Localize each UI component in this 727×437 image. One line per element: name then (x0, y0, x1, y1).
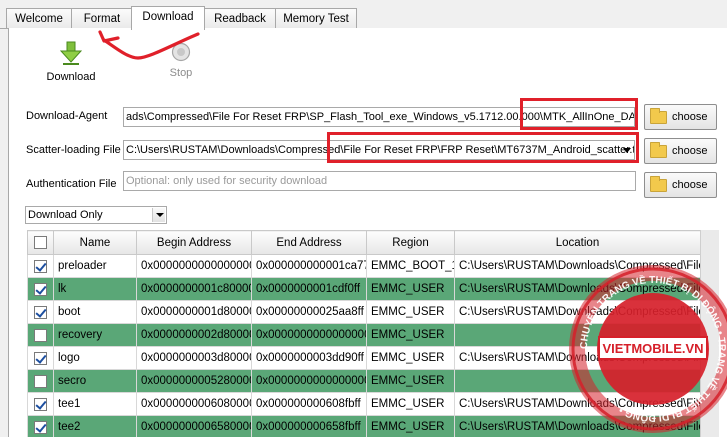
choose-auth-file-button[interactable]: choose (644, 172, 717, 198)
download-button[interactable]: Download (41, 40, 101, 83)
cell-region: EMMC_USER (366, 392, 455, 416)
choose-download-agent-button[interactable]: choose (644, 104, 717, 130)
row-checkbox[interactable] (34, 328, 47, 342)
cell-name: tee2 (53, 415, 137, 437)
cell-begin-address: 0x0000000006080000 (136, 392, 252, 416)
download-arrow-icon (59, 41, 83, 65)
cell-region: EMMC_USER (366, 346, 455, 370)
download-mode-select[interactable]: Download Only (25, 206, 167, 224)
header-name[interactable]: Name (53, 230, 137, 255)
tab-bar: Welcome Format Download Readback Memory … (0, 0, 727, 30)
folder-icon (650, 176, 667, 192)
select-all-checkbox-cell[interactable] (27, 230, 54, 255)
folder-icon (650, 108, 667, 124)
row-checkbox-cell[interactable] (27, 277, 54, 301)
cell-name: preloader (53, 254, 137, 278)
cell-begin-address: 0x0000000002d80000 (136, 323, 252, 347)
download-mode-value: Download Only (28, 209, 103, 221)
vietmobile-stamp-logo: CHUYÊN TRANG VỀ THIẾT BỊ DI ĐỘNG • TRANG… (569, 265, 727, 433)
tab-welcome[interactable]: Welcome (6, 8, 72, 29)
cell-name: secro (53, 369, 137, 393)
cell-name: boot (53, 300, 137, 324)
annotation-box-da (520, 98, 638, 130)
row-checkbox[interactable] (34, 374, 47, 388)
annotation-arrow-icon (98, 30, 200, 60)
folder-icon (650, 142, 667, 158)
row-checkbox-cell[interactable] (27, 300, 54, 324)
choose-scatter-file-button[interactable]: choose (644, 138, 717, 164)
tab-download[interactable]: Download (131, 6, 205, 30)
row-checkbox[interactable] (34, 420, 47, 434)
scatter-loading-label: Scatter-loading File (26, 144, 121, 156)
tab-format[interactable]: Format (71, 8, 133, 29)
tab-readback[interactable]: Readback (204, 8, 276, 29)
tab-memory-test[interactable]: Memory Test (275, 8, 357, 29)
cell-end-address: 0x000000000658fbff (251, 415, 367, 437)
cell-region: EMMC_USER (366, 415, 455, 437)
choose-label: choose (672, 111, 708, 123)
row-checkbox[interactable] (34, 397, 47, 411)
cell-region: EMMC_BOOT_1 (366, 254, 455, 278)
cell-begin-address: 0x0000000005280000 (136, 369, 252, 393)
choose-label: choose (672, 145, 708, 157)
cell-end-address: 0x0000000000000000 (251, 369, 367, 393)
row-checkbox[interactable] (34, 259, 47, 273)
chevron-down-icon[interactable] (152, 208, 165, 222)
header-end-address[interactable]: End Address (251, 230, 367, 255)
authentication-file-label: Authentication File (26, 178, 117, 190)
svg-text:VIETMOBILE.VN: VIETMOBILE.VN (602, 341, 703, 356)
row-checkbox-cell[interactable] (27, 323, 54, 347)
cell-begin-address: 0x0000000003d80000 (136, 346, 252, 370)
annotation-box-scatter (327, 132, 639, 163)
stop-button-label: Stop (169, 67, 193, 79)
cell-end-address: 0x00000000025aa8ff (251, 300, 367, 324)
cell-end-address: 0x0000000003dd90ff (251, 346, 367, 370)
row-checkbox-cell[interactable] (27, 254, 54, 278)
row-checkbox-cell[interactable] (27, 346, 54, 370)
cell-region: EMMC_USER (366, 300, 455, 324)
cell-name: logo (53, 346, 137, 370)
row-checkbox-cell[interactable] (27, 392, 54, 416)
table-header-row: Name Begin Address End Address Region Lo… (27, 230, 701, 255)
cell-begin-address: 0x0000000000000000 (136, 254, 252, 278)
row-checkbox[interactable] (34, 351, 47, 365)
row-checkbox[interactable] (34, 282, 47, 296)
download-button-label: Download (46, 71, 96, 83)
download-agent-label: Download-Agent (26, 110, 108, 122)
choose-label: choose (672, 179, 708, 191)
cell-name: recovery (53, 323, 137, 347)
header-region[interactable]: Region (366, 230, 455, 255)
cell-end-address: 0x000000000608fbff (251, 392, 367, 416)
authentication-file-field[interactable]: Optional: only used for security downloa… (123, 171, 636, 191)
cell-name: lk (53, 277, 137, 301)
select-all-checkbox[interactable] (34, 236, 47, 249)
header-location[interactable]: Location (454, 230, 701, 255)
row-checkbox-cell[interactable] (27, 415, 54, 437)
cell-name: tee1 (53, 392, 137, 416)
cell-region: EMMC_USER (366, 369, 455, 393)
header-begin-address[interactable]: Begin Address (136, 230, 252, 255)
cell-region: EMMC_USER (366, 323, 455, 347)
row-checkbox-cell[interactable] (27, 369, 54, 393)
cell-begin-address: 0x0000000001c80000 (136, 277, 252, 301)
cell-begin-address: 0x0000000006580000 (136, 415, 252, 437)
cell-end-address: 0x000000000001ca77 (251, 254, 367, 278)
cell-begin-address: 0x0000000001d80000 (136, 300, 252, 324)
cell-region: EMMC_USER (366, 277, 455, 301)
cell-end-address: 0x0000000001cdf0ff (251, 277, 367, 301)
row-checkbox[interactable] (34, 305, 47, 319)
cell-end-address: 0x0000000000000000 (251, 323, 367, 347)
